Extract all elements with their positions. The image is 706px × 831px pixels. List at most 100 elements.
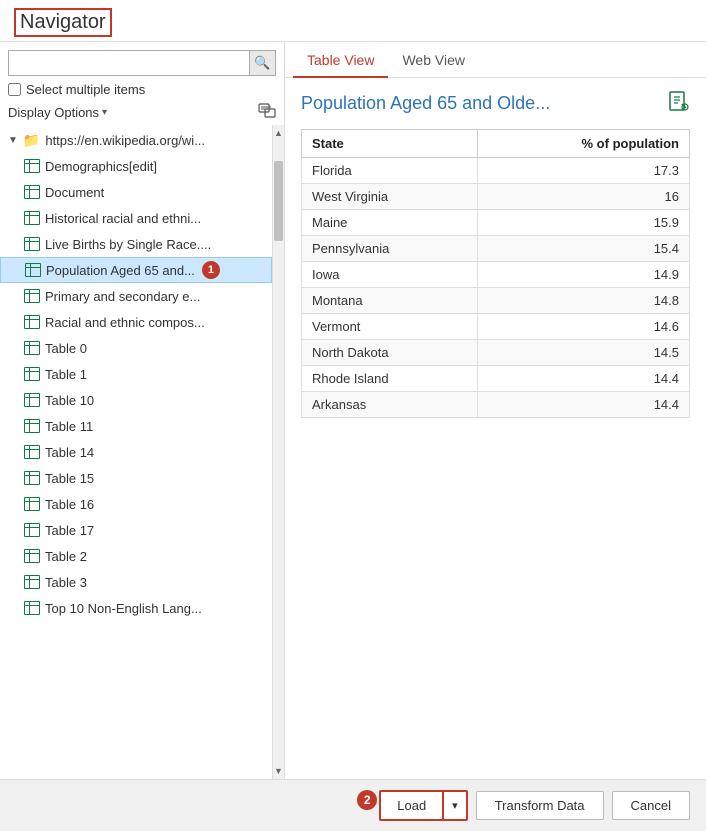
cell-state: Montana bbox=[302, 288, 478, 314]
preview-area: Population Aged 65 and Olde... bbox=[285, 78, 706, 779]
table-row: Vermont 14.6 bbox=[302, 314, 690, 340]
search-input[interactable] bbox=[8, 50, 250, 76]
load-button[interactable]: Load bbox=[379, 790, 443, 821]
list-item[interactable]: Live Births by Single Race.... bbox=[0, 231, 272, 257]
cell-state: West Virginia bbox=[302, 184, 478, 210]
list-item[interactable]: Table 16 bbox=[0, 491, 272, 517]
display-options-arrow-icon: ▾ bbox=[102, 107, 107, 118]
tree-scrollbar[interactable]: ▲ ▼ bbox=[272, 125, 284, 779]
tree-item-label: Table 3 bbox=[45, 575, 87, 590]
display-options-row: Display Options ▾ bbox=[0, 101, 284, 125]
navigator-dialog: Navigator 🔍 Select multiple items Displa… bbox=[0, 0, 706, 831]
list-item[interactable]: Table 10 bbox=[0, 387, 272, 413]
cancel-button[interactable]: Cancel bbox=[612, 791, 690, 820]
list-item[interactable]: Table 3 bbox=[0, 569, 272, 595]
tab-web-view[interactable]: Web View bbox=[388, 42, 479, 78]
column-state: State bbox=[302, 130, 478, 158]
cell-state: Maine bbox=[302, 210, 478, 236]
table-row: Rhode Island 14.4 bbox=[302, 366, 690, 392]
cell-state: North Dakota bbox=[302, 340, 478, 366]
display-options-button[interactable]: Display Options ▾ bbox=[8, 105, 107, 120]
select-multiple-checkbox[interactable] bbox=[8, 83, 21, 96]
dialog-header: Navigator bbox=[0, 0, 706, 42]
select-multiple-label: Select multiple items bbox=[26, 82, 145, 97]
column-pct: % of population bbox=[477, 130, 689, 158]
transform-data-button[interactable]: Transform Data bbox=[476, 791, 604, 820]
list-item[interactable]: Historical racial and ethni... bbox=[0, 205, 272, 231]
list-item[interactable]: Table 14 bbox=[0, 439, 272, 465]
search-button[interactable]: 🔍 bbox=[250, 50, 276, 76]
tab-table-view[interactable]: Table View bbox=[293, 42, 388, 78]
scrollbar-down-arrow[interactable]: ▼ bbox=[273, 763, 284, 779]
display-options-label: Display Options bbox=[8, 105, 99, 120]
list-item[interactable]: Table 15 bbox=[0, 465, 272, 491]
tree-item-label: Table 11 bbox=[45, 419, 93, 434]
table-row: Montana 14.8 bbox=[302, 288, 690, 314]
table-icon bbox=[24, 185, 40, 199]
table-icon bbox=[24, 237, 40, 251]
table-row: Maine 15.9 bbox=[302, 210, 690, 236]
select-multiple-row: Select multiple items bbox=[0, 80, 284, 101]
list-item[interactable]: Primary and secondary e... bbox=[0, 283, 272, 309]
table-icon bbox=[24, 211, 40, 225]
tree-list: ▼ 📁 https://en.wikipedia.org/wi... bbox=[0, 125, 272, 779]
table-icon bbox=[24, 445, 40, 459]
right-panel: Table View Web View Population Aged 65 a… bbox=[285, 42, 706, 779]
table-icon bbox=[24, 315, 40, 329]
cell-pct: 14.6 bbox=[477, 314, 689, 340]
list-item[interactable]: Table 2 bbox=[0, 543, 272, 569]
table-icon bbox=[25, 263, 41, 277]
list-item-selected[interactable]: Population Aged 65 and... 1 bbox=[0, 257, 272, 283]
cell-state: Iowa bbox=[302, 262, 478, 288]
tabs-bar: Table View Web View bbox=[285, 42, 706, 78]
list-item[interactable]: Table 1 bbox=[0, 361, 272, 387]
badge-1: 1 bbox=[202, 261, 220, 279]
cell-pct: 14.8 bbox=[477, 288, 689, 314]
refresh-button[interactable] bbox=[258, 103, 276, 121]
cell-pct: 14.5 bbox=[477, 340, 689, 366]
tree-area: ▼ 📁 https://en.wikipedia.org/wi... bbox=[0, 125, 284, 779]
table-row: Arkansas 14.4 bbox=[302, 392, 690, 418]
table-icon bbox=[24, 575, 40, 589]
table-icon bbox=[24, 367, 40, 381]
tree-item-label: Historical racial and ethni... bbox=[45, 211, 201, 226]
tree-item-label: Table 2 bbox=[45, 549, 87, 564]
load-dropdown-button[interactable]: ▾ bbox=[443, 790, 468, 821]
table-row: North Dakota 14.5 bbox=[302, 340, 690, 366]
tree-item-label: Primary and secondary e... bbox=[45, 289, 200, 304]
table-icon bbox=[24, 601, 40, 615]
cell-pct: 15.4 bbox=[477, 236, 689, 262]
list-item[interactable]: Top 10 Non-English Lang... bbox=[0, 595, 272, 621]
scrollbar-up-arrow[interactable]: ▲ bbox=[273, 125, 284, 141]
tree-item-label: Table 17 bbox=[45, 523, 94, 538]
scrollbar-thumb[interactable] bbox=[274, 161, 283, 241]
tree-item-label: Table 0 bbox=[45, 341, 87, 356]
list-item[interactable]: Table 0 bbox=[0, 335, 272, 361]
tree-parent-item[interactable]: ▼ 📁 https://en.wikipedia.org/wi... bbox=[0, 127, 272, 153]
list-item[interactable]: Racial and ethnic compos... bbox=[0, 309, 272, 335]
table-row: Iowa 14.9 bbox=[302, 262, 690, 288]
tree-item-label: Racial and ethnic compos... bbox=[45, 315, 205, 330]
table-icon bbox=[24, 393, 40, 407]
tree-item-label: Document bbox=[45, 185, 104, 200]
save-to-file-icon[interactable] bbox=[668, 90, 690, 117]
load-badge: 2 bbox=[357, 790, 377, 810]
tree-url-label: https://en.wikipedia.org/wi... bbox=[45, 133, 205, 148]
cell-state: Rhode Island bbox=[302, 366, 478, 392]
tree-item-label: Table 15 bbox=[45, 471, 94, 486]
tree-item-label: Table 14 bbox=[45, 445, 94, 460]
left-panel: 🔍 Select multiple items Display Options … bbox=[0, 42, 285, 779]
list-item[interactable]: Document bbox=[0, 179, 272, 205]
list-item[interactable]: Demographics[edit] bbox=[0, 153, 272, 179]
refresh-icon bbox=[258, 103, 276, 121]
table-icon bbox=[24, 523, 40, 537]
table-icon bbox=[24, 419, 40, 433]
preview-title: Population Aged 65 and Olde... bbox=[301, 93, 550, 114]
cell-state: Pennsylvania bbox=[302, 236, 478, 262]
cell-pct: 15.9 bbox=[477, 210, 689, 236]
list-item[interactable]: Table 17 bbox=[0, 517, 272, 543]
list-item[interactable]: Table 11 bbox=[0, 413, 272, 439]
tree-item-label: Live Births by Single Race.... bbox=[45, 237, 211, 252]
tree-item-label: Demographics[edit] bbox=[45, 159, 157, 174]
search-bar: 🔍 bbox=[0, 42, 284, 80]
